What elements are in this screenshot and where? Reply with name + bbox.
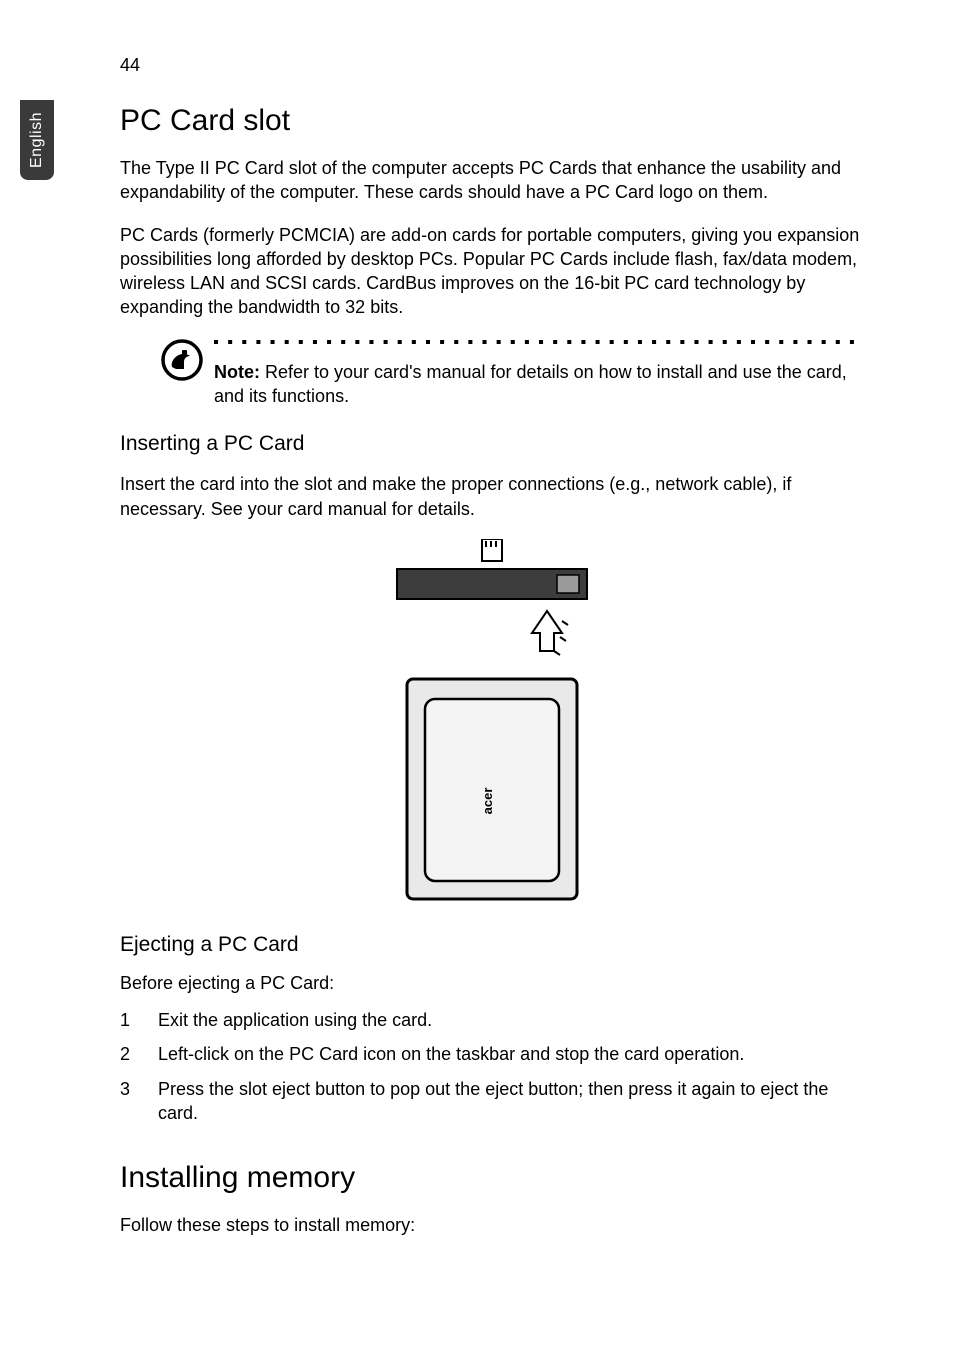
step-number: 3 bbox=[120, 1077, 158, 1126]
step-text: Exit the application using the card. bbox=[158, 1008, 864, 1032]
ejecting-intro: Before ejecting a PC Card: bbox=[120, 973, 864, 994]
language-tab: English bbox=[20, 100, 54, 180]
step-number: 1 bbox=[120, 1008, 158, 1032]
inserting-para: Insert the card into the slot and make t… bbox=[120, 472, 864, 521]
note-block: Note: Refer to your card's manual for de… bbox=[160, 338, 864, 409]
dotted-separator bbox=[214, 338, 860, 352]
pc-card-diagram: acer bbox=[120, 539, 864, 909]
note-icon bbox=[160, 338, 204, 382]
body-para-2: PC Cards (formerly PCMCIA) are add-on ca… bbox=[120, 223, 864, 320]
list-item: 2 Left-click on the PC Card icon on the … bbox=[120, 1042, 864, 1066]
installing-memory-para: Follow these steps to install memory: bbox=[120, 1213, 864, 1237]
body-para-1: The Type II PC Card slot of the computer… bbox=[120, 156, 864, 205]
card-brand-text: acer bbox=[480, 788, 495, 815]
language-tab-label: English bbox=[28, 112, 46, 168]
list-item: 1 Exit the application using the card. bbox=[120, 1008, 864, 1032]
section-title-pc-card-slot: PC Card slot bbox=[120, 104, 864, 138]
page-number: 44 bbox=[120, 55, 864, 76]
ejecting-steps: 1 Exit the application using the card. 2… bbox=[120, 1008, 864, 1125]
subsection-inserting: Inserting a PC Card bbox=[120, 432, 864, 456]
step-text: Press the slot eject button to pop out t… bbox=[158, 1077, 864, 1126]
step-number: 2 bbox=[120, 1042, 158, 1066]
note-content: Note: Refer to your card's manual for de… bbox=[214, 338, 860, 409]
note-text: Note: Refer to your card's manual for de… bbox=[214, 360, 860, 409]
section-title-installing-memory: Installing memory bbox=[120, 1161, 864, 1195]
note-body: Refer to your card's manual for details … bbox=[214, 362, 847, 406]
step-text: Left-click on the PC Card icon on the ta… bbox=[158, 1042, 864, 1066]
page-container: English 44 PC Card slot The Type II PC C… bbox=[0, 0, 954, 1369]
subsection-ejecting: Ejecting a PC Card bbox=[120, 933, 864, 957]
note-label: Note: bbox=[214, 362, 260, 382]
list-item: 3 Press the slot eject button to pop out… bbox=[120, 1077, 864, 1126]
